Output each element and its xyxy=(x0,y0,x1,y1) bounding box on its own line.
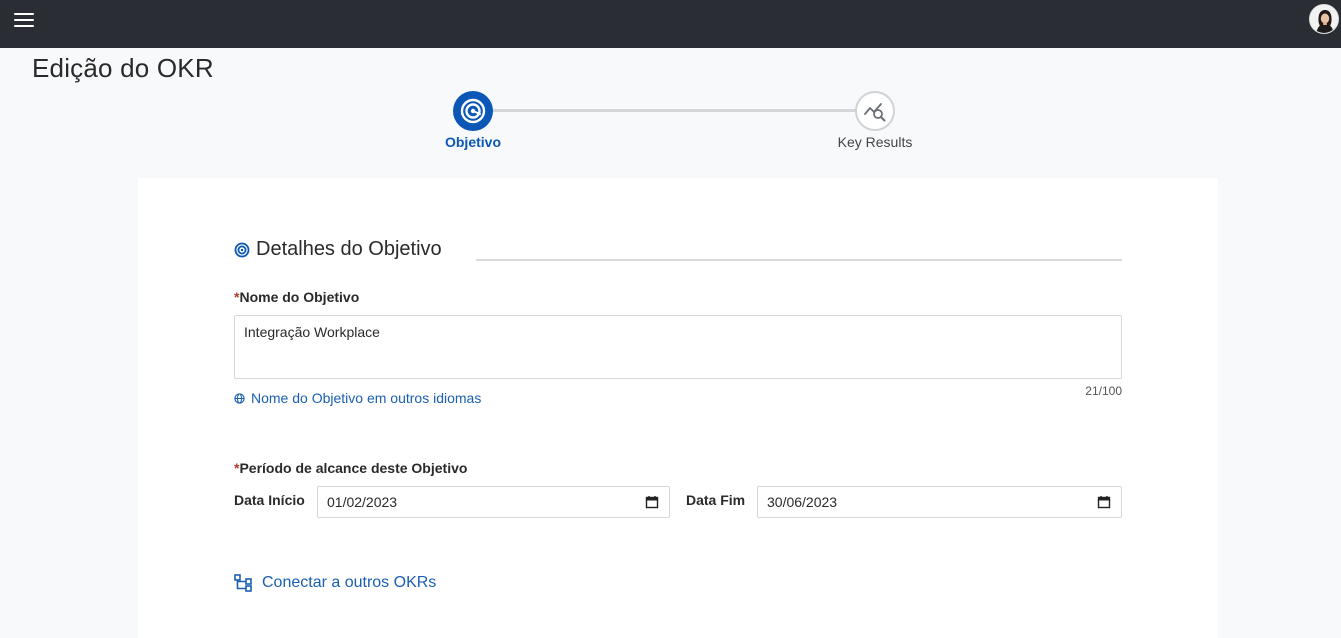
connect-okrs-link[interactable]: Conectar a outros OKRs xyxy=(234,574,436,592)
name-label-text: Nome do Objetivo xyxy=(239,289,360,305)
page-title: Edição do OKR xyxy=(32,53,214,83)
objective-name-input[interactable]: Integração Workplace xyxy=(234,315,1122,379)
target-icon xyxy=(460,98,486,124)
target-icon xyxy=(234,242,250,257)
hierarchy-icon xyxy=(234,574,252,592)
start-date-label: Data Início xyxy=(234,492,305,508)
step-key-results[interactable] xyxy=(855,91,895,131)
period-field-label: *Período de alcance deste Objetivo xyxy=(234,460,467,476)
section-title: Detalhes do Objetivo xyxy=(256,238,442,260)
start-date-input[interactable]: 01/02/2023 xyxy=(317,486,670,518)
user-avatar[interactable] xyxy=(1309,4,1339,34)
other-languages-text: Nome do Objetivo em outros idiomas xyxy=(251,390,482,406)
end-date-input[interactable]: 30/06/2023 xyxy=(757,486,1122,518)
calendar-icon[interactable] xyxy=(1097,495,1111,509)
section-divider xyxy=(476,259,1122,261)
character-counter: 21/100 xyxy=(1085,384,1122,398)
calendar-icon[interactable] xyxy=(645,495,659,509)
section-header: Detalhes do Objetivo xyxy=(234,238,442,261)
start-date-value: 01/02/2023 xyxy=(327,494,398,510)
other-languages-link[interactable]: Nome do Objetivo em outros idiomas xyxy=(234,390,481,406)
period-label-text: Período de alcance deste Objetivo xyxy=(239,460,468,476)
step-label-key-results[interactable]: Key Results xyxy=(805,134,945,150)
step-label-objetivo[interactable]: Objetivo xyxy=(403,134,543,150)
name-field-label: *Nome do Objetivo xyxy=(234,289,359,305)
end-date-label: Data Fim xyxy=(686,492,746,508)
step-objetivo[interactable] xyxy=(453,91,493,131)
top-bar xyxy=(0,0,1341,48)
objective-form-card: Detalhes do Objetivo *Nome do Objetivo I… xyxy=(138,178,1218,638)
hamburger-icon[interactable] xyxy=(14,12,34,28)
chart-search-icon xyxy=(864,103,886,122)
globe-icon xyxy=(234,392,245,404)
end-date-value: 30/06/2023 xyxy=(767,494,838,510)
connect-okrs-text: Conectar a outros OKRs xyxy=(262,574,437,591)
stepper-connector xyxy=(492,109,856,112)
avatar-image xyxy=(1310,5,1338,33)
